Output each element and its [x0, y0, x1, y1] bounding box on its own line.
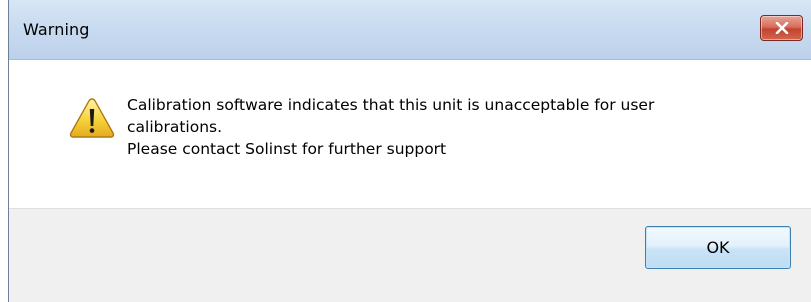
ok-button[interactable]: OK: [645, 226, 791, 269]
window-title: Warning: [23, 20, 90, 39]
close-icon: [775, 22, 789, 34]
title-bar[interactable]: Warning: [9, 0, 811, 60]
message-line: calibrations.: [127, 118, 223, 136]
warning-dialog: Warning Calibration software indicates t…: [8, 0, 811, 302]
close-button[interactable]: [760, 15, 803, 41]
message-line: Calibration software indicates that this…: [127, 96, 655, 114]
dialog-content: Calibration software indicates that this…: [9, 60, 811, 208]
warning-message: Calibration software indicates that this…: [127, 94, 767, 160]
message-line: Please contact Solinst for further suppo…: [127, 140, 447, 158]
warning-icon: [69, 97, 115, 139]
